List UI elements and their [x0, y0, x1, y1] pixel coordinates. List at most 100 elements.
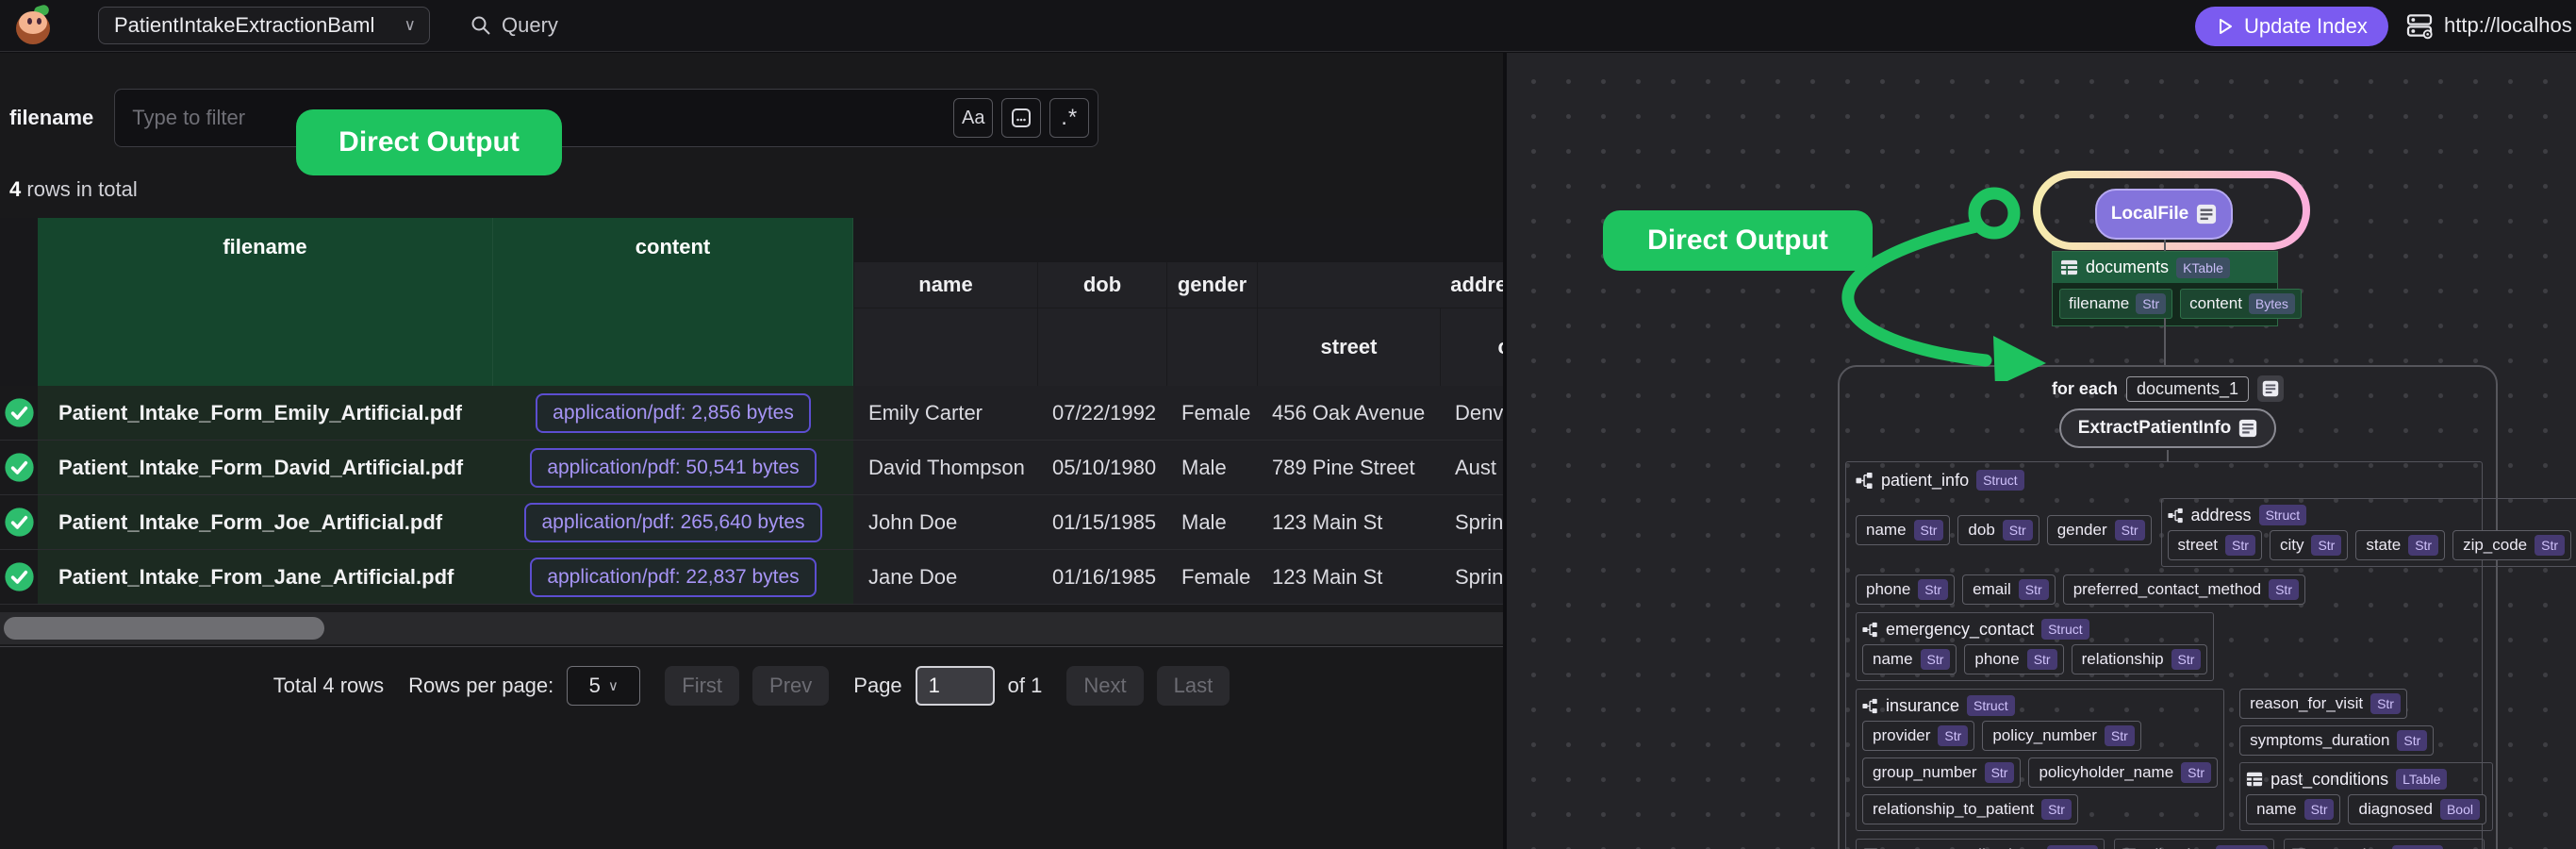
page-number-input[interactable]	[916, 666, 995, 706]
cell-gender: Female	[1166, 550, 1257, 605]
node-localfile[interactable]: LocalFile	[2095, 189, 2233, 240]
field-chip: zip_codeStr	[2452, 530, 2571, 560]
field-chip: symptoms_durationStr	[2239, 725, 2434, 756]
cell-filename: Patient_Intake_From_Jane_Artificial.pdf	[38, 550, 493, 605]
cell-dob: 01/16/1985	[1037, 550, 1166, 605]
header-dob[interactable]: dob	[1037, 262, 1166, 308]
emergency-contact-struct-box: emergency_contact Struct nameStr phoneSt…	[1856, 612, 2214, 681]
content-bytes-pill[interactable]: application/pdf: 265,640 bytes	[524, 503, 821, 542]
foreach-detail-button[interactable]	[2257, 375, 2284, 402]
field-chip: filenameStr	[2059, 289, 2172, 319]
check-circle-icon	[4, 561, 35, 592]
cell-city: Sprin	[1440, 550, 1503, 605]
update-index-button[interactable]: Update Index	[2195, 7, 2388, 46]
allergies-ltable-box: allergies LTable nameStr	[2114, 839, 2273, 849]
cell-city: Denv	[1440, 386, 1503, 441]
direct-output-annotation-table: Direct Output	[296, 109, 562, 175]
flow-name: PatientIntakeExtractionBaml	[114, 13, 374, 38]
match-case-button[interactable]: Aa	[953, 98, 993, 138]
total-rows-label: Total 4 rows	[273, 674, 384, 698]
type-badge: Struct	[1976, 470, 2024, 491]
struct-icon	[1862, 698, 1878, 714]
field-chip: diagnosedBool	[2348, 794, 2486, 824]
field-chip: cityStr	[2270, 530, 2348, 560]
address-struct-box: address Struct streetStr cityStr stateSt…	[2161, 498, 2576, 567]
first-page-button[interactable]: First	[665, 666, 739, 706]
header-gender[interactable]: gender	[1166, 262, 1257, 308]
prev-page-button[interactable]: Prev	[752, 666, 829, 706]
edge-connector	[2164, 318, 2166, 365]
header-city[interactable]: city	[1440, 308, 1503, 386]
field-chip: nameStr	[2246, 794, 2340, 824]
document-icon	[2262, 380, 2279, 397]
field-chip: policyholder_nameStr	[2028, 757, 2218, 788]
cell-street: 123 Main St	[1257, 495, 1440, 550]
rows-total: 4 rows in total	[9, 177, 138, 202]
field-chip: genderStr	[2047, 515, 2152, 545]
check-circle-icon	[4, 507, 35, 538]
cell-filename: Patient_Intake_Form_David_Artificial.pdf	[38, 441, 493, 495]
node-documents-table[interactable]: documents KTable filenameStr contentByte…	[2052, 251, 2278, 326]
header-content[interactable]: content	[493, 218, 853, 386]
node-extract-patient-info[interactable]: ExtractPatientInfo	[2059, 408, 2277, 448]
server-icon	[2404, 10, 2435, 41]
cell-dob: 05/10/1980	[1037, 441, 1166, 495]
header-street[interactable]: street	[1257, 308, 1440, 386]
foreach-scope[interactable]: documents_1	[2126, 376, 2249, 402]
last-page-button[interactable]: Last	[1157, 666, 1230, 706]
field-chip: streetStr	[2168, 530, 2262, 560]
content-bytes-pill[interactable]: application/pdf: 22,837 bytes	[530, 558, 816, 597]
regex-button[interactable]: .*	[1049, 98, 1089, 138]
cell-content: application/pdf: 22,837 bytes	[493, 550, 853, 605]
content-bytes-pill[interactable]: application/pdf: 50,541 bytes	[530, 448, 816, 488]
next-page-button[interactable]: Next	[1066, 666, 1143, 706]
field-chip: dobStr	[1957, 515, 2039, 545]
regex-icon: .*	[1061, 105, 1078, 131]
patient-info-struct-box: patient_info Struct nameStr dobStr gende…	[1845, 461, 2483, 849]
query-menu-item[interactable]: Query	[470, 13, 558, 38]
chevron-down-icon: ∨	[608, 677, 619, 694]
cell-city: Aust	[1440, 441, 1503, 495]
struct-icon	[1856, 472, 1874, 490]
pagination: Total 4 rows Rows per page: 5 ∨ First Pr…	[0, 646, 1503, 724]
rows-per-page-select[interactable]: 5 ∨	[567, 666, 640, 706]
table-icon	[2246, 771, 2263, 788]
field-chip: phoneStr	[1964, 644, 2063, 674]
foreach-container: for each documents_1 ExtractPatientInfo …	[1838, 365, 2498, 849]
edge-connector	[2164, 240, 2166, 251]
field-chip: emailStr	[1962, 574, 2056, 605]
horizontal-scrollbar[interactable]	[0, 612, 1503, 644]
play-icon	[2216, 17, 2235, 36]
header-name[interactable]: name	[853, 262, 1037, 308]
cell-street: 456 Oak Avenue	[1257, 386, 1440, 441]
cell-gender: Female	[1166, 386, 1257, 441]
edge-connector	[2167, 450, 2169, 461]
current-medications-ltable-box: current_medications LTable nameStr dosag…	[1856, 839, 2105, 849]
field-chip: reason_for_visitStr	[2239, 689, 2407, 719]
flow-graph-panel: Direct Output LocalFile documents KTabl	[1507, 53, 2576, 849]
field-chip: relationship_to_patientStr	[1862, 794, 2078, 824]
row-status-check	[0, 495, 38, 550]
rows-per-page-label: Rows per page:	[408, 674, 553, 698]
struct-icon	[2168, 508, 2184, 524]
scrollbar-thumb[interactable]	[4, 617, 324, 640]
check-circle-icon	[4, 397, 35, 428]
check-circle-icon	[4, 452, 35, 483]
row-status-check	[0, 550, 38, 605]
match-whole-word-button[interactable]	[1001, 98, 1041, 138]
cell-name: Jane Doe	[853, 550, 1037, 605]
header-filename[interactable]: filename	[38, 218, 493, 386]
field-chip: contentBytes	[2180, 289, 2302, 319]
content-bytes-pill[interactable]: application/pdf: 2,856 bytes	[536, 393, 811, 433]
header-address[interactable]: address	[1257, 262, 1503, 308]
row-status-check	[0, 386, 38, 441]
cell-name: David Thompson	[853, 441, 1037, 495]
document-icon	[2196, 204, 2217, 225]
row-status-check	[0, 441, 38, 495]
flow-selector-dropdown[interactable]: PatientIntakeExtractionBaml ∨	[98, 7, 430, 44]
surgeries-ltable-box: surgeries LTable nameStr dateStr	[2284, 839, 2485, 849]
cell-city: Sprin	[1440, 495, 1503, 550]
whole-word-icon	[1010, 107, 1032, 129]
cell-content: application/pdf: 2,856 bytes	[493, 386, 853, 441]
server-url-item[interactable]: http://localhos	[2404, 10, 2572, 41]
